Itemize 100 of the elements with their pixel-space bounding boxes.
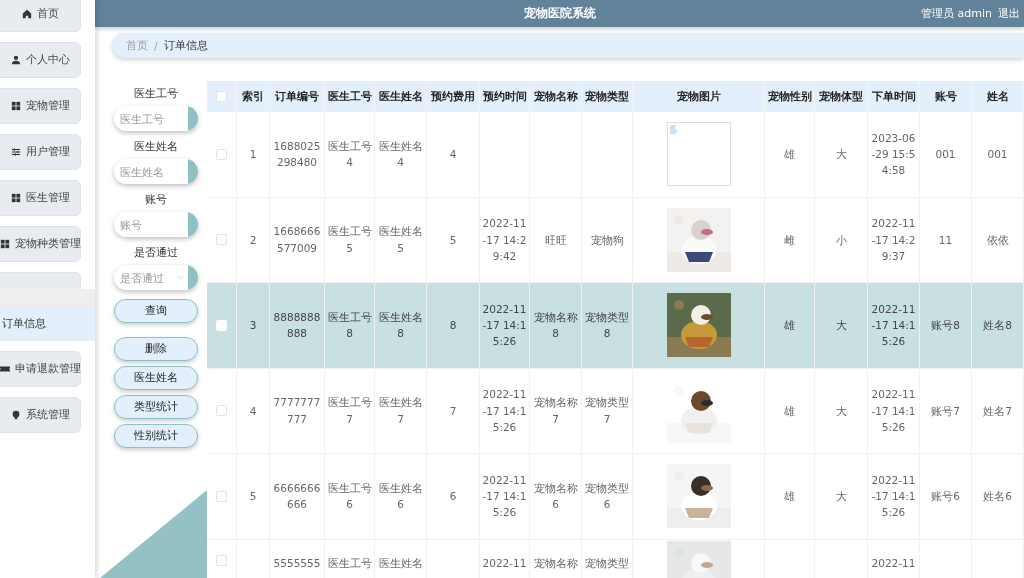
table-cell-text: 医生姓名5 [377, 224, 424, 256]
sidebar-item[interactable]: 宠物管理 [0, 88, 81, 124]
app-title: 宠物医院系统 [523, 5, 596, 22]
table-cell-text: 小 [835, 232, 847, 248]
table-cell-text: 2022-11-17 14:15:26 [482, 387, 527, 435]
filter-label: 账号 [145, 193, 167, 207]
column-header: 账号 [920, 81, 972, 112]
filter-label: 医生姓名 [134, 140, 178, 154]
input-field[interactable]: 医生工号 [114, 106, 198, 131]
column-header: 宠物图片 [633, 81, 765, 112]
table-cell-text: 医生工号8 [327, 310, 372, 342]
column-header: 订单编号 [270, 81, 325, 112]
table-cell-text: 姓名6 [983, 489, 1012, 505]
table-row[interactable]: 5555555 医生工号 医生姓名 2022-11 宠物名称 宠物类型 2022-11 [207, 539, 1024, 578]
table-cell-text: 11 [938, 232, 953, 248]
column-header: 索引 [237, 81, 270, 112]
table-cell-text: 7 [449, 403, 457, 419]
input-field[interactable]: 医生姓名 [114, 159, 198, 184]
action-button[interactable]: 类型统计 [114, 395, 198, 419]
column-header: 姓名 [972, 81, 1024, 112]
table-cell-text: 5555555 [273, 555, 321, 571]
collapsed-menu-item[interactable] [0, 272, 95, 307]
ticket-icon [0, 364, 10, 374]
row-checkbox[interactable] [216, 490, 227, 502]
broken-image-icon [669, 125, 679, 135]
row-checkbox[interactable] [216, 234, 227, 246]
action-button[interactable]: 医生姓名 [114, 366, 198, 390]
table-cell-text: 2022-11-17 14:15:26 [870, 472, 917, 521]
column-header: 下单时间 [868, 81, 920, 112]
sidebar-item[interactable]: 订单信息 [0, 307, 95, 341]
sidebar-item[interactable]: 宠物种类管理 [0, 226, 81, 262]
table-cell-text: 2 [249, 232, 257, 248]
column-header: 宠物类型 [582, 81, 633, 112]
grid-icon [11, 101, 21, 111]
table-cell-text: 医生姓名4 [377, 139, 424, 171]
table-cell-text: 账号8 [931, 318, 960, 334]
table-cell-text: 大 [835, 147, 847, 163]
table-cell-text: 宠物类型8 [584, 310, 630, 342]
search-button[interactable]: 查询 [114, 299, 198, 323]
table-cell-text: 2023-06-29 15:54:58 [870, 130, 917, 179]
table-cell-text: 2022-11-17 14:29:42 [482, 216, 527, 264]
table-cell-text: 医生姓名 [378, 555, 423, 571]
table-cell-text: 001 [987, 147, 1008, 163]
table-cell-text: 宠物类型 [585, 555, 629, 571]
table-row[interactable]: 1 1688025298480 医生工号4 医生姓名4 4 雄 大 2023-06-29 15:54:58 001 001 [207, 112, 1024, 198]
table-cell-text: 医生工号 [327, 555, 372, 571]
table-cell-text: 1688025298480 [272, 139, 322, 171]
table-cell-text: 2022-11 [871, 555, 916, 571]
action-button[interactable]: 删除 [114, 337, 198, 361]
table-cell-text: 医生姓名7 [377, 395, 424, 427]
table-cell-text: 4 [249, 403, 257, 419]
sidebar-item[interactable]: 首页 [0, 0, 81, 32]
table-cell-text: 雄 [784, 489, 795, 505]
table-cell-text: 8888888888 [272, 310, 322, 342]
table-cell-text: 8 [449, 318, 457, 334]
table-cell-text: 账号6 [931, 489, 960, 505]
table-cell-text: 宠物狗 [590, 232, 624, 248]
table-cell-text: 医生姓名6 [377, 481, 424, 513]
table-cell-text: 6 [449, 489, 457, 505]
row-checkbox[interactable] [216, 554, 227, 566]
action-button[interactable]: 性别统计 [114, 424, 198, 448]
sidebar-item[interactable]: 个人中心 [0, 42, 81, 78]
sidebar-item[interactable]: 系统管理 [0, 397, 81, 433]
table-cell-text: 依依 [986, 232, 1009, 248]
sidebar-item[interactable]: 申请退款管理 [0, 351, 81, 387]
row-checkbox[interactable] [216, 405, 227, 417]
column-header: 宠物体型 [815, 81, 868, 112]
table-cell-text: 旺旺 [544, 232, 567, 248]
chevron-icon [177, 275, 184, 280]
sidebar-item[interactable]: 用户管理 [0, 134, 81, 170]
row-checkbox[interactable] [216, 148, 227, 160]
table-cell-text: 1 [249, 147, 257, 163]
table-cell-text: 医生工号7 [327, 395, 372, 427]
table-cell-text: 宠物名称8 [532, 310, 579, 342]
table-cell-text: 2022-11-17 14:15:26 [870, 301, 917, 350]
table-cell-text: 001 [935, 147, 956, 163]
table-cell-text: 账号7 [931, 403, 960, 419]
table-cell-text: 5 [249, 489, 257, 505]
table-cell-text: 宠物名称6 [532, 481, 579, 513]
sidebar-item[interactable]: 医生管理 [0, 180, 81, 216]
table-cell-text: 雄 [784, 403, 795, 419]
table-cell-text: 宠物类型7 [584, 395, 630, 427]
bulb-icon [11, 410, 21, 420]
filter-label: 医生工号 [134, 87, 178, 101]
filter-label: 是否通过 [134, 246, 178, 260]
table-cell-text: 6666666666 [272, 481, 322, 513]
grid-icon [11, 193, 21, 203]
table-cell-text: 2022-11 [482, 555, 527, 571]
table-cell-text: 医生工号6 [327, 481, 372, 513]
input-field[interactable]: 账号 [114, 212, 198, 237]
user-label: 管理员 admin [921, 6, 992, 21]
breadcrumb-separator: / [154, 39, 158, 52]
table-cell-text: 姓名8 [983, 318, 1012, 334]
table-cell-text: 5 [449, 232, 457, 248]
table-cell-text: 雄 [784, 147, 795, 163]
column-header: 预约费用 [427, 81, 480, 112]
select-field[interactable]: 是否通过 [114, 265, 198, 290]
select-all-checkbox[interactable] [216, 91, 227, 102]
logout-link[interactable]: 退出 [998, 6, 1020, 21]
table-cell-text: 宠物名称7 [532, 395, 579, 427]
